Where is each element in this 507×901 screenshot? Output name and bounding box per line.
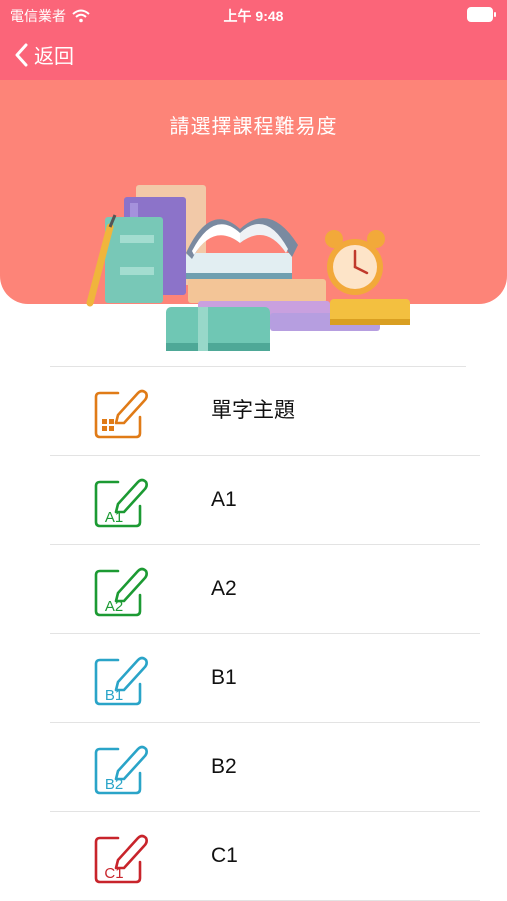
level-badge: B1: [105, 687, 123, 704]
books-clock-illustration: [86, 185, 410, 351]
level-label: C1: [211, 844, 238, 867]
back-button[interactable]: 返回: [14, 40, 74, 69]
level-row-a1[interactable]: A1 A1: [50, 456, 480, 545]
level-edit-icon: A2: [94, 567, 148, 617]
level-edit-icon: B2: [94, 745, 148, 795]
level-row-a2[interactable]: A2 A2: [50, 545, 480, 634]
level-badge: C1: [104, 865, 123, 882]
level-edit-icon: B1: [94, 656, 148, 706]
level-row-b1[interactable]: B1 B1: [50, 634, 480, 723]
level-list: 單字主題 A1 A1 A2 A2 B1 B1 B2 B2 C1 C1: [50, 366, 480, 901]
level-edit-icon: C1: [94, 834, 148, 884]
page-title: 請選擇課程難易度: [169, 116, 338, 138]
vocabulary-topic-icon: [94, 389, 148, 439]
navigation-bar: 返回: [0, 28, 507, 80]
level-badge: A2: [105, 598, 123, 615]
level-badge: A1: [105, 509, 123, 526]
back-label: 返回: [34, 46, 74, 68]
level-row-c1[interactable]: C1 C1: [50, 812, 480, 901]
level-label: B1: [211, 666, 237, 689]
chevron-left-icon: [15, 43, 28, 66]
level-label: A2: [211, 577, 237, 600]
status-time: 上午 9:48: [223, 8, 284, 24]
level-row-b2[interactable]: B2 B2: [50, 723, 480, 812]
level-label: 單字主題: [211, 399, 295, 422]
level-edit-icon: A1: [94, 478, 148, 528]
status-bar: 電信業者 上午 9:48: [0, 0, 507, 28]
level-badge: B2: [105, 776, 123, 793]
level-label: B2: [211, 755, 237, 778]
level-label: A1: [211, 488, 237, 511]
level-row-vocabulary[interactable]: 單字主題: [50, 367, 480, 456]
battery-icon: [467, 7, 496, 22]
